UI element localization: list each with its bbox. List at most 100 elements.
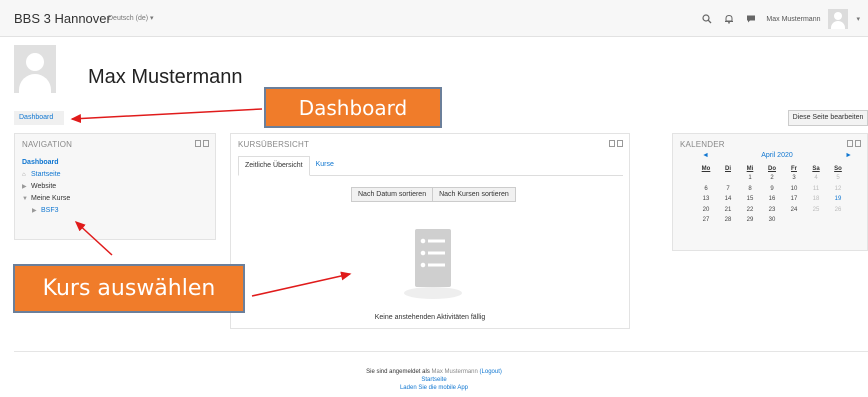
calendar-day[interactable]: 20 <box>695 205 717 216</box>
calendar-day[interactable]: 5 <box>827 173 849 184</box>
calendar-day[interactable]: 11 <box>805 184 827 195</box>
calendar-day[interactable]: 21 <box>717 205 739 216</box>
calendar-day[interactable]: 28 <box>717 215 739 226</box>
footer-home-link[interactable]: Startseite <box>0 376 868 384</box>
dock-icon[interactable] <box>847 140 853 147</box>
calendar-day[interactable]: 22 <box>739 205 761 216</box>
login-user-link[interactable]: Max Mustermann <box>432 369 478 375</box>
chevron-down-icon[interactable]: ▾ <box>856 15 860 23</box>
calendar-grid: Mo Di Mi Do Fr Sa So 1 2 3 4 5 6 7 8 9 10 11 12 13 14 15 16 17… <box>695 164 849 226</box>
logout-link[interactable]: (Logout) <box>480 369 502 375</box>
bell-icon[interactable] <box>722 12 736 26</box>
arrow-to-breadcrumb <box>70 108 263 124</box>
chevron-right-icon: ▶ <box>22 184 27 190</box>
calendar-day <box>805 215 827 226</box>
nav-item-meine-kurse[interactable]: ▼ Meine Kurse <box>22 193 70 205</box>
weekday-header: Mi <box>746 165 754 172</box>
calendar-title: KALENDER <box>680 140 725 149</box>
calendar-day[interactable]: 10 <box>783 184 805 195</box>
tab-courses[interactable]: Kurse <box>310 156 340 176</box>
calendar-day <box>717 173 739 184</box>
calendar-day[interactable]: 18 <box>805 194 827 205</box>
calendar-day[interactable]: 7 <box>717 184 739 195</box>
calendar-day[interactable]: 29 <box>739 215 761 226</box>
sort-by-course-button[interactable]: Nach Kursen sortieren <box>432 187 516 202</box>
calendar-day[interactable]: 16 <box>761 194 783 205</box>
calendar-month-label[interactable]: April 2020 <box>761 152 793 159</box>
nav-item-website[interactable]: ▶ Website <box>22 181 70 193</box>
dashboard-callout: Dashboard <box>264 87 442 128</box>
calendar-month-nav: ◄ April 2020 ► <box>680 152 860 159</box>
calendar-day[interactable]: 30 <box>761 215 783 226</box>
empty-state-message: Keine anstehenden Aktivitäten fällig <box>374 314 486 321</box>
course-overview-block: KURSÜBERSICHT Zeitliche Übersicht Kurse … <box>230 133 630 329</box>
page-title: Max Mustermann <box>88 66 243 88</box>
empty-list-icon <box>404 229 462 299</box>
calendar-day[interactable]: 17 <box>783 194 805 205</box>
dock-icon[interactable] <box>609 140 615 147</box>
calendar-day[interactable]: 12 <box>827 184 849 195</box>
avatar-icon[interactable] <box>828 9 849 29</box>
footer: Sie sind angemeldet als Max Mustermann (… <box>0 368 868 392</box>
site-name[interactable]: BBS 3 Hannover <box>14 11 111 26</box>
nav-item-bsf3[interactable]: ▶ BSF3 <box>22 205 70 217</box>
nav-item-label: Meine Kurse <box>31 195 71 202</box>
calendar-day[interactable]: 15 <box>739 194 761 205</box>
calendar-day[interactable]: 1 <box>739 173 761 184</box>
calendar-day[interactable]: 4 <box>805 173 827 184</box>
calendar-week-row: 12345 <box>695 173 849 184</box>
actions-icon[interactable] <box>617 140 623 147</box>
calendar-day[interactable]: 14 <box>717 194 739 205</box>
footer-divider <box>14 351 868 352</box>
sort-button-group: Nach Datum sortieren Nach Kursen sortier… <box>351 187 516 202</box>
navigation-title: NAVIGATION <box>22 140 73 149</box>
breadcrumb[interactable]: Dashboard <box>14 111 64 125</box>
nav-item-label: Website <box>31 183 57 190</box>
actions-icon[interactable] <box>203 140 209 147</box>
nav-item-label: BSF3 <box>41 207 59 214</box>
nav-item-label: Dashboard <box>22 159 59 166</box>
message-icon[interactable] <box>744 12 758 26</box>
next-month-icon[interactable]: ► <box>845 152 852 159</box>
calendar-day[interactable]: 19 <box>827 194 849 205</box>
tab-timeline[interactable]: Zeitliche Übersicht <box>238 156 310 176</box>
block-controls[interactable] <box>609 140 623 147</box>
nav-item-startseite[interactable]: ⌂ Startseite <box>22 169 70 181</box>
course-overview-tabs: Zeitliche Übersicht Kurse <box>238 156 623 176</box>
course-overview-title: KURSÜBERSICHT <box>238 140 310 149</box>
calendar-day[interactable]: 24 <box>783 205 805 216</box>
weekday-header: So <box>834 165 842 172</box>
calendar-day[interactable]: 8 <box>739 184 761 195</box>
weekday-header: Do <box>768 165 776 172</box>
mobile-app-link[interactable]: Laden Sie die mobile App <box>0 384 868 392</box>
calendar-day[interactable]: 26 <box>827 205 849 216</box>
language-selector[interactable]: Deutsch (de) ▾ <box>108 14 154 22</box>
dock-icon[interactable] <box>195 140 201 147</box>
calendar-week-row: 20 21 22 23 24 25 26 <box>695 205 849 216</box>
search-icon[interactable] <box>700 12 714 26</box>
calendar-day[interactable]: 6 <box>695 184 717 195</box>
block-controls[interactable] <box>195 140 209 147</box>
edit-page-button[interactable]: Diese Seite bearbeiten <box>788 110 868 126</box>
top-navbar: BBS 3 Hannover Deutsch (de) ▾ Max Muster… <box>0 0 868 37</box>
calendar-day[interactable]: 23 <box>761 205 783 216</box>
block-controls[interactable] <box>847 140 861 147</box>
breadcrumb-dashboard[interactable]: Dashboard <box>19 114 53 121</box>
sort-by-date-button[interactable]: Nach Datum sortieren <box>351 187 433 202</box>
navigation-tree: Dashboard ⌂ Startseite ▶ Website ▼ Meine Ku… <box>22 157 70 217</box>
calendar-day <box>783 215 805 226</box>
calendar-day[interactable]: 13 <box>695 194 717 205</box>
profile-avatar <box>14 45 56 93</box>
calendar-week-row: 6 7 8 9 10 11 12 <box>695 184 849 195</box>
prev-month-icon[interactable]: ◄ <box>702 152 709 159</box>
actions-icon[interactable] <box>855 140 861 147</box>
calendar-day[interactable]: 3 <box>783 173 805 184</box>
calendar-day[interactable]: 2 <box>761 173 783 184</box>
calendar-day[interactable]: 25 <box>805 205 827 216</box>
calendar-day[interactable]: 9 <box>761 184 783 195</box>
calendar-week-row: 27 28 29 30 <box>695 215 849 226</box>
nav-item-dashboard[interactable]: Dashboard <box>22 157 70 169</box>
user-name[interactable]: Max Mustermann <box>766 16 820 23</box>
calendar-day[interactable]: 27 <box>695 215 717 226</box>
select-course-callout: Kurs auswählen <box>13 264 245 313</box>
